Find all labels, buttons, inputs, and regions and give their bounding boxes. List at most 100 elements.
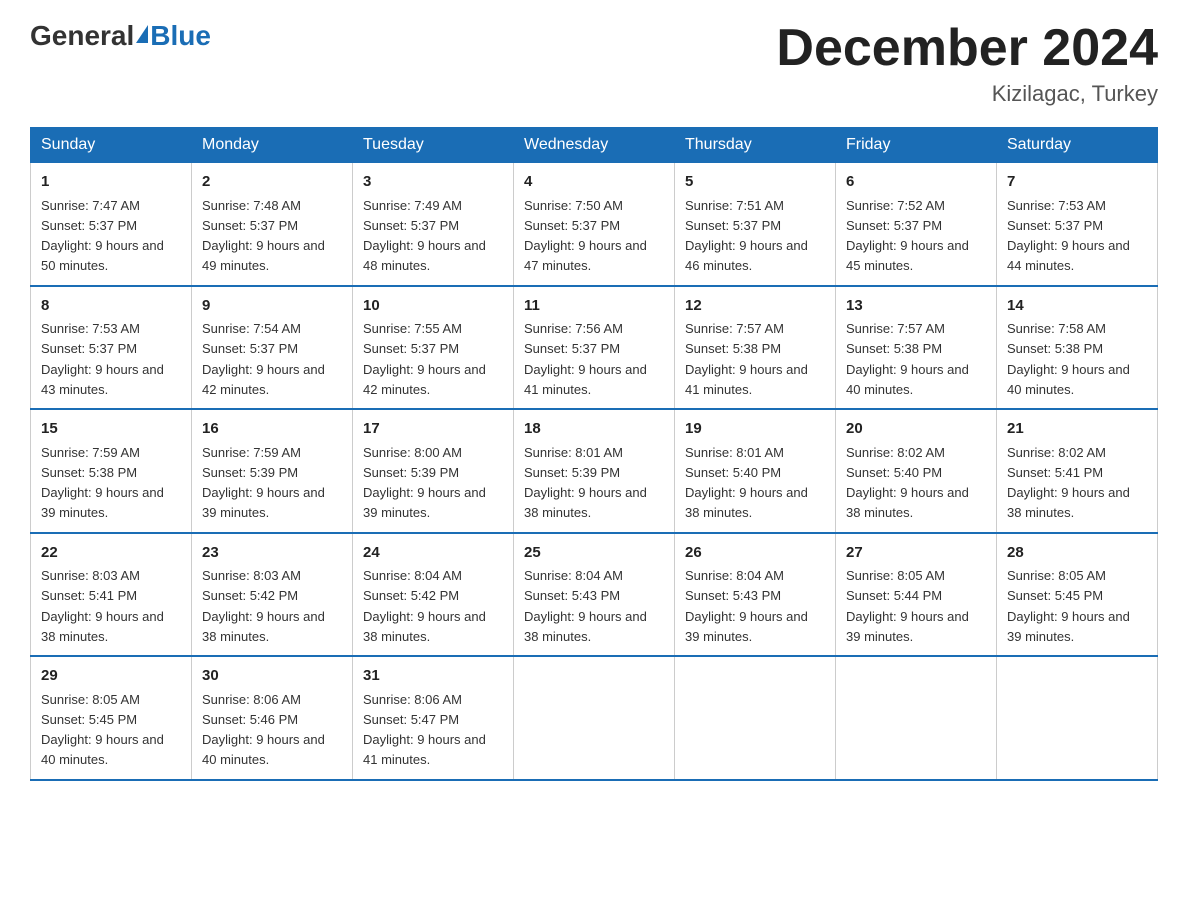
- calendar-day-header: Thursday: [675, 128, 836, 163]
- day-info: Sunrise: 8:04 AMSunset: 5:43 PMDaylight:…: [685, 568, 808, 644]
- day-number: 7: [1007, 171, 1147, 194]
- calendar-day-cell: 25 Sunrise: 8:04 AMSunset: 5:43 PMDayligh…: [514, 533, 675, 657]
- day-number: 9: [202, 295, 342, 318]
- day-number: 10: [363, 295, 503, 318]
- day-info: Sunrise: 7:47 AMSunset: 5:37 PMDaylight:…: [41, 198, 164, 274]
- calendar-day-cell: 19Sunrise: 8:01 AMSunset: 5:40 PMDayligh…: [675, 409, 836, 533]
- day-info: Sunrise: 7:57 AMSunset: 5:38 PMDaylight:…: [846, 321, 969, 397]
- day-info: Sunrise: 8:00 AMSunset: 5:39 PMDaylight:…: [363, 445, 486, 521]
- calendar-day-cell: [997, 656, 1158, 780]
- calendar-day-cell: 9 Sunrise: 7:54 AMSunset: 5:37 PMDaylight…: [192, 286, 353, 410]
- day-info: Sunrise: 7:48 AMSunset: 5:37 PMDaylight:…: [202, 198, 325, 274]
- calendar-day-cell: 7 Sunrise: 7:53 AMSunset: 5:37 PMDaylight…: [997, 163, 1158, 286]
- calendar-day-cell: 5 Sunrise: 7:51 AMSunset: 5:37 PMDaylight…: [675, 163, 836, 286]
- day-number: 18: [524, 418, 664, 441]
- day-info: Sunrise: 7:58 AMSunset: 5:38 PMDaylight:…: [1007, 321, 1130, 397]
- logo-general-text: General: [30, 20, 134, 52]
- day-number: 25: [524, 542, 664, 565]
- calendar-day-cell: 14 Sunrise: 7:58 AMSunset: 5:38 PMDayligh…: [997, 286, 1158, 410]
- calendar-day-cell: 8Sunrise: 7:53 AMSunset: 5:37 PMDaylight…: [31, 286, 192, 410]
- calendar-day-cell: 10 Sunrise: 7:55 AMSunset: 5:37 PMDayligh…: [353, 286, 514, 410]
- calendar-day-cell: 15 Sunrise: 7:59 AMSunset: 5:38 PMDayligh…: [31, 409, 192, 533]
- calendar-day-cell: 1 Sunrise: 7:47 AMSunset: 5:37 PMDaylight…: [31, 163, 192, 286]
- day-info: Sunrise: 8:01 AMSunset: 5:39 PMDaylight:…: [524, 445, 647, 521]
- day-info: Sunrise: 7:55 AMSunset: 5:37 PMDaylight:…: [363, 321, 486, 397]
- calendar-day-cell: [675, 656, 836, 780]
- day-info: Sunrise: 8:04 AMSunset: 5:43 PMDaylight:…: [524, 568, 647, 644]
- calendar-day-header: Saturday: [997, 128, 1158, 163]
- calendar-day-cell: 28 Sunrise: 8:05 AMSunset: 5:45 PMDayligh…: [997, 533, 1158, 657]
- day-number: 2: [202, 171, 342, 194]
- calendar-day-cell: 4 Sunrise: 7:50 AMSunset: 5:37 PMDaylight…: [514, 163, 675, 286]
- calendar-day-cell: 26 Sunrise: 8:04 AMSunset: 5:43 PMDayligh…: [675, 533, 836, 657]
- day-info: Sunrise: 7:54 AMSunset: 5:37 PMDaylight:…: [202, 321, 325, 397]
- calendar-day-cell: 29Sunrise: 8:05 AMSunset: 5:45 PMDayligh…: [31, 656, 192, 780]
- calendar-day-cell: 6 Sunrise: 7:52 AMSunset: 5:37 PMDaylight…: [836, 163, 997, 286]
- page-subtitle: Kizilagac, Turkey: [776, 81, 1158, 107]
- day-number: 26: [685, 542, 825, 565]
- calendar-week-row: 8Sunrise: 7:53 AMSunset: 5:37 PMDaylight…: [31, 286, 1158, 410]
- logo-triangle-icon: [136, 25, 148, 43]
- day-number: 15: [41, 418, 181, 441]
- logo: General Blue: [30, 20, 211, 52]
- page-title: December 2024: [776, 20, 1158, 77]
- day-info: Sunrise: 7:51 AMSunset: 5:37 PMDaylight:…: [685, 198, 808, 274]
- page-header: General Blue December 2024 Kizilagac, Tu…: [30, 20, 1158, 107]
- day-info: Sunrise: 8:05 AMSunset: 5:45 PMDaylight:…: [1007, 568, 1130, 644]
- calendar-day-cell: 24Sunrise: 8:04 AMSunset: 5:42 PMDayligh…: [353, 533, 514, 657]
- day-info: Sunrise: 7:50 AMSunset: 5:37 PMDaylight:…: [524, 198, 647, 274]
- calendar-week-row: 1 Sunrise: 7:47 AMSunset: 5:37 PMDaylight…: [31, 163, 1158, 286]
- day-number: 31: [363, 665, 503, 688]
- day-info: Sunrise: 8:03 AMSunset: 5:42 PMDaylight:…: [202, 568, 325, 644]
- day-number: 28: [1007, 542, 1147, 565]
- day-info: Sunrise: 7:57 AMSunset: 5:38 PMDaylight:…: [685, 321, 808, 397]
- day-number: 16: [202, 418, 342, 441]
- day-number: 6: [846, 171, 986, 194]
- calendar-day-cell: [836, 656, 997, 780]
- day-number: 14: [1007, 295, 1147, 318]
- calendar-day-cell: 23 Sunrise: 8:03 AMSunset: 5:42 PMDayligh…: [192, 533, 353, 657]
- day-number: 24: [363, 542, 503, 565]
- day-info: Sunrise: 7:59 AMSunset: 5:38 PMDaylight:…: [41, 445, 164, 521]
- calendar-day-cell: 18 Sunrise: 8:01 AMSunset: 5:39 PMDayligh…: [514, 409, 675, 533]
- day-number: 21: [1007, 418, 1147, 441]
- day-number: 5: [685, 171, 825, 194]
- day-number: 30: [202, 665, 342, 688]
- calendar-day-cell: 16 Sunrise: 7:59 AMSunset: 5:39 PMDayligh…: [192, 409, 353, 533]
- calendar-day-cell: 30Sunrise: 8:06 AMSunset: 5:46 PMDayligh…: [192, 656, 353, 780]
- day-info: Sunrise: 7:56 AMSunset: 5:37 PMDaylight:…: [524, 321, 647, 397]
- calendar-table: SundayMondayTuesdayWednesdayThursdayFrid…: [30, 127, 1158, 781]
- calendar-day-cell: 3 Sunrise: 7:49 AMSunset: 5:37 PMDaylight…: [353, 163, 514, 286]
- calendar-day-header: Sunday: [31, 128, 192, 163]
- title-area: December 2024 Kizilagac, Turkey: [776, 20, 1158, 107]
- calendar-day-cell: [514, 656, 675, 780]
- logo-blue-text: Blue: [150, 20, 211, 52]
- day-info: Sunrise: 7:53 AMSunset: 5:37 PMDaylight:…: [1007, 198, 1130, 274]
- day-number: 12: [685, 295, 825, 318]
- day-number: 27: [846, 542, 986, 565]
- day-number: 23: [202, 542, 342, 565]
- day-number: 20: [846, 418, 986, 441]
- day-number: 11: [524, 295, 664, 318]
- day-info: Sunrise: 7:53 AMSunset: 5:37 PMDaylight:…: [41, 321, 164, 397]
- calendar-day-cell: 20Sunrise: 8:02 AMSunset: 5:40 PMDayligh…: [836, 409, 997, 533]
- calendar-day-cell: 13 Sunrise: 7:57 AMSunset: 5:38 PMDayligh…: [836, 286, 997, 410]
- calendar-day-header: Friday: [836, 128, 997, 163]
- calendar-day-header: Tuesday: [353, 128, 514, 163]
- day-info: Sunrise: 8:05 AMSunset: 5:44 PMDaylight:…: [846, 568, 969, 644]
- calendar-day-cell: 11 Sunrise: 7:56 AMSunset: 5:37 PMDayligh…: [514, 286, 675, 410]
- day-info: Sunrise: 8:06 AMSunset: 5:47 PMDaylight:…: [363, 692, 486, 768]
- day-number: 1: [41, 171, 181, 194]
- day-info: Sunrise: 8:03 AMSunset: 5:41 PMDaylight:…: [41, 568, 164, 644]
- day-info: Sunrise: 7:52 AMSunset: 5:37 PMDaylight:…: [846, 198, 969, 274]
- calendar-day-cell: 2 Sunrise: 7:48 AMSunset: 5:37 PMDaylight…: [192, 163, 353, 286]
- day-number: 13: [846, 295, 986, 318]
- day-info: Sunrise: 7:49 AMSunset: 5:37 PMDaylight:…: [363, 198, 486, 274]
- day-number: 4: [524, 171, 664, 194]
- day-info: Sunrise: 7:59 AMSunset: 5:39 PMDaylight:…: [202, 445, 325, 521]
- calendar-week-row: 22Sunrise: 8:03 AMSunset: 5:41 PMDayligh…: [31, 533, 1158, 657]
- calendar-day-cell: 12 Sunrise: 7:57 AMSunset: 5:38 PMDayligh…: [675, 286, 836, 410]
- calendar-day-cell: 31 Sunrise: 8:06 AMSunset: 5:47 PMDayligh…: [353, 656, 514, 780]
- day-number: 3: [363, 171, 503, 194]
- calendar-day-cell: 17Sunrise: 8:00 AMSunset: 5:39 PMDayligh…: [353, 409, 514, 533]
